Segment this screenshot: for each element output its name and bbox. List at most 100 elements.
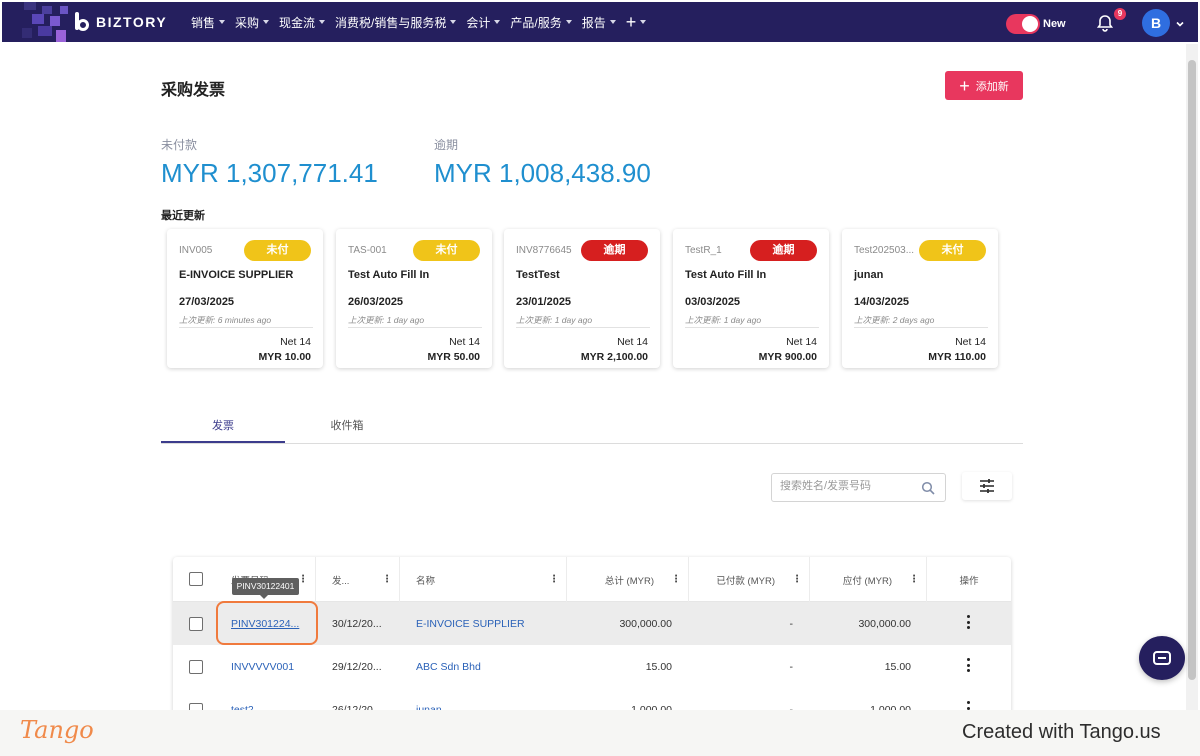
table-row[interactable]: INVVVVV001 29/12/20... ABC Sdn Bhd 15.00… [173, 645, 1011, 688]
column-header-paid[interactable]: 已付款 (MYR) ⋮ [689, 557, 810, 602]
row-checkbox[interactable] [189, 617, 203, 631]
invoice-card[interactable]: TestR_1 逾期 Test Auto Fill In 03/03/2025 … [673, 229, 829, 368]
card-terms: Net 14 [617, 336, 648, 348]
active-tab-indicator [161, 441, 285, 443]
nav-sales[interactable]: 销售 [191, 14, 226, 31]
supplier-name-link[interactable]: E-INVOICE SUPPLIER [416, 618, 525, 630]
brand-pixel-pattern [2, 2, 72, 42]
chevron-down-icon [319, 20, 326, 24]
card-divider [854, 327, 988, 328]
unpaid-total: MYR 1,307,771.41 [161, 158, 378, 188]
invoice-tabs: 发票 收件箱 [161, 405, 1023, 444]
main-nav: 销售 采购 现金流 消费税/销售与服务税 会计 产品/服务 报告 + [191, 2, 656, 42]
tab-invoices[interactable]: 发票 [161, 417, 285, 433]
avatar[interactable]: B [1142, 9, 1170, 37]
column-header-label: 操作 [959, 575, 979, 587]
app-window: BIZTORY 销售 采购 现金流 消费税/销售与服务税 会计 产品/服务 报告… [0, 0, 1200, 756]
add-new-button[interactable]: + 添加新 [945, 71, 1023, 100]
card-supplier-name: Test Auto Fill In [348, 269, 430, 281]
column-header-total[interactable]: 总计 (MYR) ⋮ [567, 557, 689, 602]
nav-products-services[interactable]: 产品/服务 [510, 14, 572, 31]
plus-icon: + [625, 11, 637, 32]
invoice-card[interactable]: INV8776645 逾期 TestTest 23/01/2025 上次更新: … [504, 229, 660, 368]
invoice-card[interactable]: Test202503... 未付 junan 14/03/2025 上次更新: … [842, 229, 998, 368]
card-amount: MYR 50.00 [427, 351, 480, 363]
status-badge: 未付 [919, 240, 986, 261]
chevron-down-icon[interactable] [1176, 20, 1184, 28]
created-with-tango: Created with Tango.us [962, 721, 1161, 743]
status-badge: 逾期 [581, 240, 648, 261]
nav-cashflow[interactable]: 现金流 [279, 14, 326, 31]
invoice-date: 29/12/20... [332, 661, 382, 673]
card-last-updated: 上次更新: 1 day ago [685, 315, 762, 325]
column-header-date[interactable]: 发... ⋮ [316, 557, 400, 602]
invoice-card[interactable]: INV005 未付 E-INVOICE SUPPLIER 27/03/2025 … [167, 229, 323, 368]
chat-icon [1153, 651, 1171, 665]
column-menu-icon[interactable]: ⋮ [298, 574, 308, 585]
invoice-due: 15.00 [884, 661, 911, 673]
card-supplier-name: E-INVOICE SUPPLIER [179, 269, 294, 281]
card-supplier-name: TestTest [516, 269, 560, 281]
card-terms: Net 14 [449, 336, 480, 348]
card-supplier-name: junan [854, 269, 884, 281]
card-terms: Net 14 [786, 336, 817, 348]
card-date: 23/01/2025 [516, 296, 572, 308]
card-date: 26/03/2025 [348, 296, 404, 308]
column-menu-icon[interactable]: ⋮ [792, 574, 802, 585]
nav-accounting[interactable]: 会计 [466, 14, 501, 31]
card-invoice-id: INV005 [179, 245, 213, 256]
chevron-down-icon [450, 20, 457, 24]
chevron-down-icon [494, 20, 501, 24]
column-header-label: 已付款 (MYR) [716, 575, 775, 587]
nav-tax[interactable]: 消费税/销售与服务税 [335, 14, 457, 31]
new-ui-toggle[interactable] [1006, 14, 1040, 34]
invoice-number-link[interactable]: INVVVVV001 [231, 661, 294, 673]
card-divider [179, 327, 313, 328]
nav-reports[interactable]: 报告 [582, 14, 616, 31]
page-scrollbar[interactable] [1186, 44, 1198, 710]
unpaid-label: 未付款 [161, 138, 198, 152]
invoice-card[interactable]: TAS-001 未付 Test Auto Fill In 26/03/2025 … [336, 229, 492, 368]
column-header-name[interactable]: 名称 ⋮ [400, 557, 567, 602]
biztory-logo[interactable]: BIZTORY [72, 12, 167, 32]
invoice-total: 15.00 [645, 661, 672, 673]
supplier-name-link[interactable]: ABC Sdn Bhd [416, 661, 481, 673]
card-divider [685, 327, 819, 328]
tab-inbox[interactable]: 收件箱 [285, 417, 409, 433]
chat-support-button[interactable] [1139, 636, 1185, 680]
card-date: 14/03/2025 [854, 296, 910, 308]
search-icon[interactable] [921, 481, 935, 495]
nav-label: 销售 [191, 15, 216, 30]
status-badge: 逾期 [750, 240, 817, 261]
card-divider [348, 327, 482, 328]
overdue-total: MYR 1,008,438.90 [434, 158, 651, 188]
plus-icon: + [959, 75, 970, 96]
row-actions-icon[interactable] [967, 615, 971, 631]
nav-quick-add[interactable]: + [626, 12, 647, 33]
search-input[interactable] [780, 480, 910, 492]
nav-label: 会计 [466, 15, 491, 30]
filter-button[interactable] [962, 472, 1012, 500]
column-header-due[interactable]: 应付 (MYR) ⋮ [810, 557, 927, 602]
nav-purchases[interactable]: 采购 [235, 14, 270, 31]
card-invoice-id: INV8776645 [516, 245, 572, 256]
column-menu-icon[interactable]: ⋮ [382, 574, 392, 585]
chevron-down-icon [565, 20, 572, 24]
card-terms: Net 14 [955, 336, 986, 348]
column-header-label: 总计 (MYR) [604, 575, 654, 587]
column-header-actions: 操作 [927, 557, 1011, 602]
select-all-checkbox[interactable] [189, 572, 203, 586]
nav-label: 消费税/销售与服务税 [335, 15, 447, 30]
column-menu-icon[interactable]: ⋮ [671, 574, 681, 585]
column-header-label: 发... [332, 575, 350, 587]
column-menu-icon[interactable]: ⋮ [549, 574, 559, 585]
card-invoice-id: Test202503... [854, 245, 915, 256]
card-supplier-name: Test Auto Fill In [685, 269, 767, 281]
scrollbar-thumb[interactable] [1188, 60, 1196, 680]
card-divider [516, 327, 650, 328]
chevron-down-icon [609, 20, 616, 24]
bell-icon[interactable] [1096, 14, 1114, 32]
row-actions-icon[interactable] [967, 658, 971, 674]
column-menu-icon[interactable]: ⋮ [909, 574, 919, 585]
row-checkbox[interactable] [189, 660, 203, 674]
